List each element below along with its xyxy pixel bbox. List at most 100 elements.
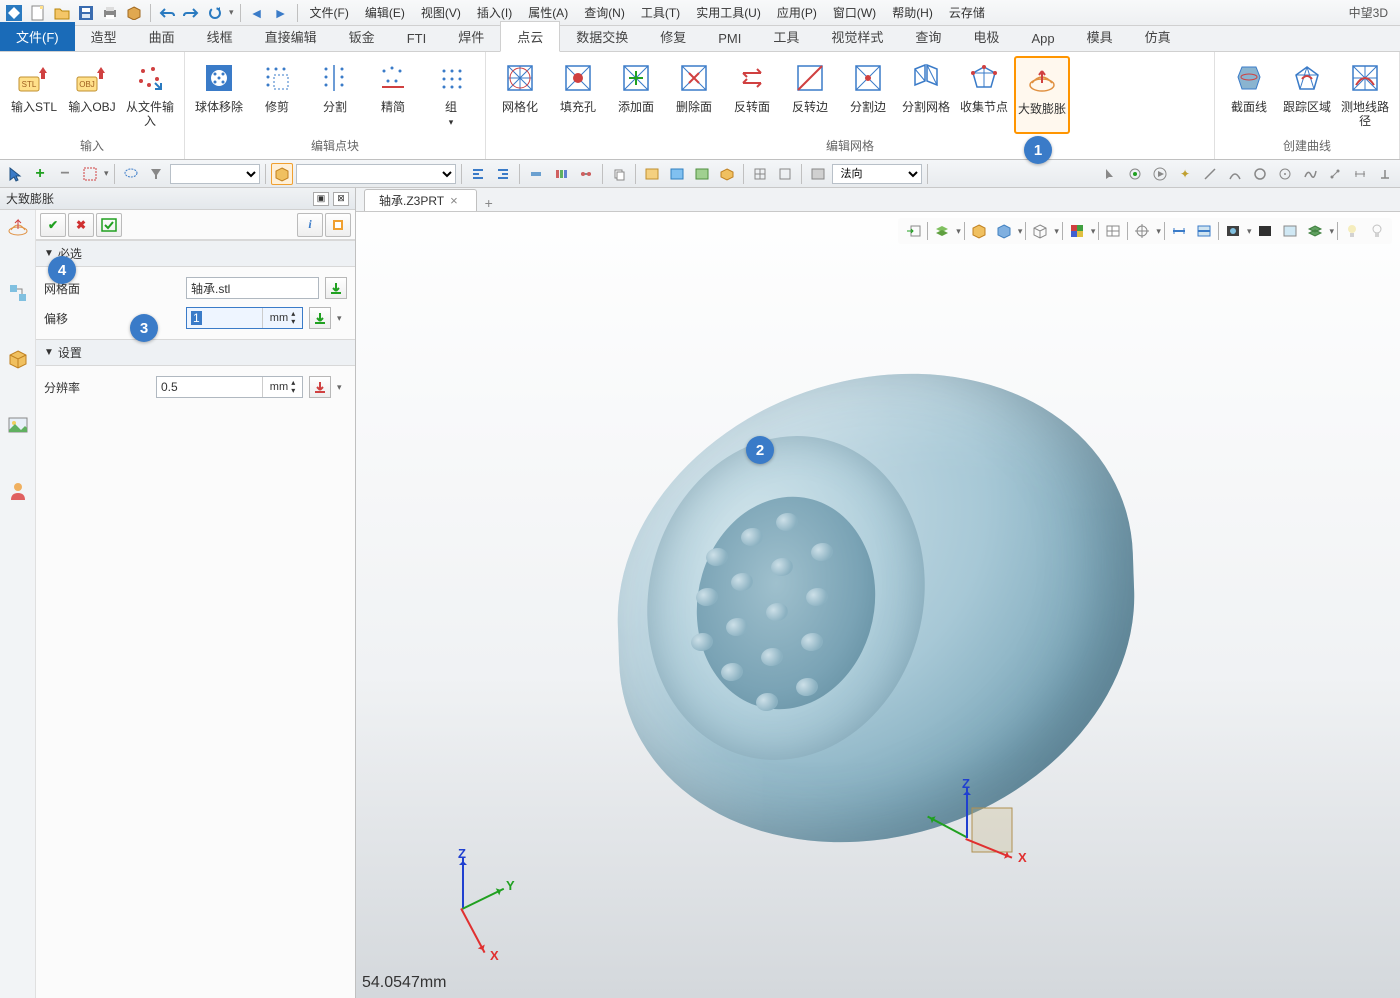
doc-tab-close-icon[interactable]: × <box>450 193 458 208</box>
panel-min-icon[interactable]: ▣ <box>313 192 329 206</box>
doc-tab-add[interactable]: + <box>479 195 499 211</box>
ribbon-tab-surface[interactable]: 曲面 <box>133 22 191 51</box>
menu-cloud[interactable]: 云存储 <box>943 2 991 23</box>
btn-splitedge[interactable]: 分割边 <box>840 56 896 134</box>
btn-geodesic[interactable]: 测地线路径 <box>1337 56 1393 134</box>
dim-icon[interactable] <box>1349 163 1371 185</box>
input-meshface[interactable]: 轴承.stl <box>186 277 319 299</box>
btn-group[interactable]: 组▾ <box>423 56 479 134</box>
package-icon[interactable] <box>124 3 144 23</box>
menu-insert[interactable]: 插入(I) <box>471 2 518 23</box>
btn-delface[interactable]: 删除面 <box>666 56 722 134</box>
point-icon[interactable] <box>1324 163 1346 185</box>
direction-combo[interactable]: 法向 <box>832 164 922 184</box>
nav-fwd-icon[interactable]: ► <box>271 3 291 23</box>
btn-import-obj[interactable]: OBJ输入OBJ <box>64 56 120 134</box>
ribbon-tab-direct[interactable]: 直接编辑 <box>249 22 333 51</box>
perp-icon[interactable] <box>1374 163 1396 185</box>
ribbon-tab-wire[interactable]: 线框 <box>191 22 249 51</box>
ribbon-tab-app[interactable]: App <box>1015 26 1070 51</box>
vt-stack-icon[interactable] <box>1304 220 1326 242</box>
btn-addface[interactable]: 添加面 <box>608 56 664 134</box>
vt-cube2-icon[interactable] <box>993 220 1015 242</box>
offset-pick-button[interactable] <box>309 307 331 329</box>
btn-inflate[interactable]: 大致膨胀 <box>1014 56 1070 134</box>
btn-splitmesh[interactable]: 分割网格 <box>898 56 954 134</box>
target-icon[interactable] <box>1124 163 1146 185</box>
align-right-icon[interactable] <box>492 163 514 185</box>
ribbon-tab-repair[interactable]: 修复 <box>644 22 702 51</box>
viewport[interactable]: 轴承.Z3PRT × + ▾ ▾ ▾ ▾ ▾ <box>356 188 1400 998</box>
side-image-icon[interactable] <box>5 412 31 438</box>
layer3-icon[interactable] <box>691 163 713 185</box>
ribbon-tab-query2[interactable]: 查询 <box>899 22 957 51</box>
menu-attr[interactable]: 属性(A) <box>522 2 574 23</box>
ribbon-tab-sim[interactable]: 仿真 <box>1129 22 1187 51</box>
panel-close-icon[interactable]: ⊠ <box>333 192 349 206</box>
layer1-icon[interactable] <box>641 163 663 185</box>
btn-trim[interactable]: 修剪 <box>249 56 305 134</box>
side-tree-icon[interactable] <box>5 280 31 306</box>
vt-origin-icon[interactable] <box>1131 220 1153 242</box>
menu-help[interactable]: 帮助(H) <box>886 2 939 23</box>
ok-button[interactable]: ✔ <box>40 213 66 237</box>
side-person-icon[interactable] <box>5 478 31 504</box>
redo-icon[interactable] <box>181 3 201 23</box>
ribbon-tab-tools[interactable]: 工具 <box>757 22 815 51</box>
doc-tab-active[interactable]: 轴承.Z3PRT × <box>364 189 477 211</box>
model-3d[interactable]: X Z <box>496 348 1196 908</box>
vt-insert-icon[interactable] <box>902 220 924 242</box>
ribbon-tab-exchange[interactable]: 数据交换 <box>560 22 644 51</box>
btn-collect[interactable]: 收集节点 <box>956 56 1012 134</box>
menu-utils[interactable]: 实用工具(U) <box>690 2 767 23</box>
btn-sphere-remove[interactable]: 球体移除 <box>191 56 247 134</box>
ribbon-tab-file[interactable]: 文件(F) <box>0 22 75 51</box>
side-inflate-icon[interactable] <box>5 214 31 240</box>
btn-fillhole[interactable]: 填充孔 <box>550 56 606 134</box>
ribbon-tab-mold[interactable]: 模具 <box>1071 22 1129 51</box>
btn-import-stl[interactable]: STL输入STL <box>6 56 62 134</box>
grid2-icon[interactable] <box>774 163 796 185</box>
open-icon[interactable] <box>52 3 72 23</box>
filter-combo[interactable] <box>170 164 260 184</box>
menu-app[interactable]: 应用(P) <box>771 2 823 23</box>
vt-measure-icon[interactable] <box>1168 220 1190 242</box>
btn-import-file[interactable]: 从文件输入 <box>122 56 178 134</box>
menu-view[interactable]: 视图(V) <box>415 2 467 23</box>
btn-split[interactable]: 分割 <box>307 56 363 134</box>
layer4-icon[interactable] <box>716 163 738 185</box>
menu-file[interactable]: 文件(F) <box>304 2 355 23</box>
menu-tools[interactable]: 工具(T) <box>635 2 686 23</box>
resolution-pick-button[interactable] <box>309 376 331 398</box>
btn-track[interactable]: 跟踪区域 <box>1279 56 1335 134</box>
offset-dropdown[interactable]: ▾ <box>337 313 347 324</box>
vt-layers-icon[interactable] <box>931 220 953 242</box>
vt-cube1-icon[interactable] <box>968 220 990 242</box>
btn-simplify[interactable]: 精简 <box>365 56 421 134</box>
side-box-icon[interactable] <box>5 346 31 372</box>
apply-button[interactable] <box>96 213 122 237</box>
pointer2-icon[interactable] <box>1099 163 1121 185</box>
menu-query[interactable]: 查询(N) <box>578 2 631 23</box>
layer2-icon[interactable] <box>666 163 688 185</box>
spline-icon[interactable] <box>1299 163 1321 185</box>
ribbon-tab-sheet[interactable]: 钣金 <box>333 22 391 51</box>
info-button[interactable]: i <box>297 213 323 237</box>
nav-back-icon[interactable]: ◄ <box>247 3 267 23</box>
grid1-icon[interactable] <box>749 163 771 185</box>
btn-flipedge[interactable]: 反转边 <box>782 56 838 134</box>
section-required[interactable]: ▼必选 <box>36 240 355 267</box>
ribbon-tab-fti[interactable]: FTI <box>391 26 443 51</box>
preview-button[interactable] <box>325 213 351 237</box>
vt-bulb-icon[interactable] <box>1341 220 1363 242</box>
meshface-pick-button[interactable] <box>325 277 347 299</box>
btn-flipface[interactable]: 反转面 <box>724 56 780 134</box>
select-all-icon[interactable] <box>79 163 101 185</box>
play-icon[interactable] <box>1149 163 1171 185</box>
vt-wireframe-icon[interactable] <box>1029 220 1051 242</box>
ribbon-tab-weld[interactable]: 焊件 <box>442 22 500 51</box>
copy-icon[interactable] <box>608 163 630 185</box>
btn-meshify[interactable]: 网格化 <box>492 56 548 134</box>
cube-icon[interactable] <box>271 163 293 185</box>
refresh-icon[interactable] <box>205 3 225 23</box>
